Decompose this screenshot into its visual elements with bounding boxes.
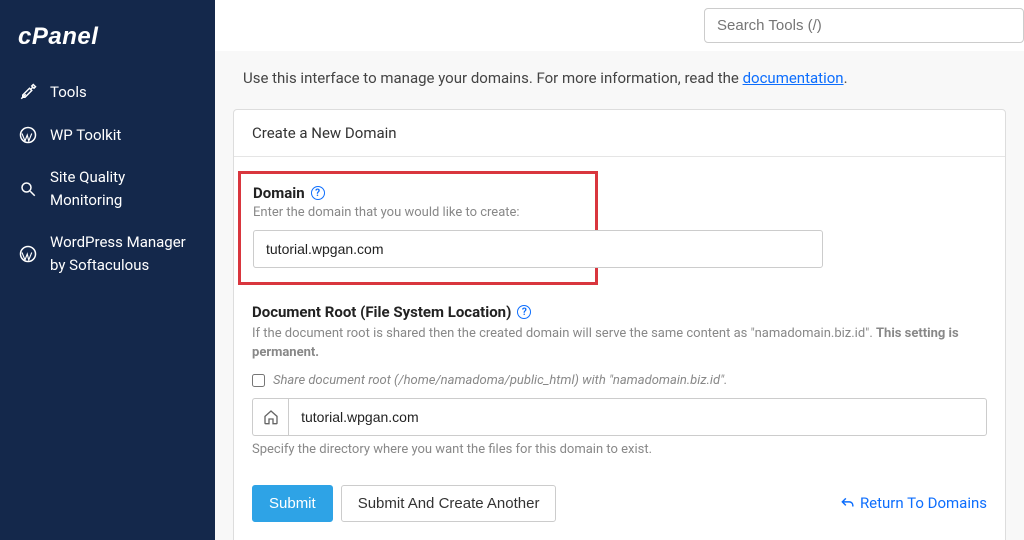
submit-button[interactable]: Submit	[252, 485, 333, 522]
magnifier-icon	[18, 179, 38, 199]
help-icon[interactable]: ?	[311, 186, 325, 200]
docroot-input[interactable]	[288, 398, 987, 436]
docroot-desc: If the document root is shared then the …	[252, 325, 987, 363]
main-content: Use this interface to manage your domain…	[215, 0, 1024, 540]
actions-row: Submit Submit And Create Another Return …	[252, 485, 987, 522]
domain-input[interactable]	[253, 230, 823, 268]
domain-hint: Enter the domain that you would like to …	[253, 205, 583, 220]
docroot-label: Document Root (File System Location) ?	[252, 303, 987, 321]
sidebar-item-label: Site Quality Monitoring	[50, 166, 197, 211]
wordpress-icon	[18, 244, 38, 264]
card-body: Domain ? Enter the domain that you would…	[234, 157, 1005, 540]
help-icon[interactable]: ?	[517, 305, 531, 319]
share-docroot-checkbox[interactable]	[252, 374, 265, 387]
wrench-icon	[18, 82, 38, 102]
wordpress-icon	[18, 125, 38, 145]
share-docroot-row[interactable]: Share document root (/home/namadoma/publ…	[252, 373, 987, 388]
return-arrow-icon	[840, 496, 854, 510]
card-title: Create a New Domain	[234, 110, 1005, 157]
return-link-text: Return To Domains	[860, 494, 987, 512]
documentation-link[interactable]: documentation	[743, 69, 844, 87]
sidebar: cPanel Tools WP Toolkit Site Quality Mon…	[0, 0, 215, 540]
sidebar-item-label: WP Toolkit	[50, 124, 197, 147]
brand-logo: cPanel	[0, 15, 215, 71]
docroot-input-group	[252, 398, 987, 436]
sidebar-item-label: Tools	[50, 81, 197, 104]
domain-label: Domain ?	[253, 184, 583, 202]
docroot-desc-1: If the document root is shared then the …	[252, 326, 876, 341]
sidebar-item-wp-toolkit[interactable]: WP Toolkit	[0, 114, 215, 157]
docroot-label-text: Document Root (File System Location)	[252, 303, 511, 321]
intro-prefix: Use this interface to manage your domain…	[243, 69, 743, 87]
sidebar-item-wp-manager[interactable]: WordPress Manager by Softaculous	[0, 221, 215, 286]
sidebar-item-site-quality[interactable]: Site Quality Monitoring	[0, 156, 215, 221]
sidebar-item-label: WordPress Manager by Softaculous	[50, 231, 197, 276]
home-icon	[252, 398, 288, 436]
share-docroot-label: Share document root (/home/namadoma/publ…	[273, 373, 727, 388]
intro-text: Use this interface to manage your domain…	[215, 51, 1024, 99]
topbar	[215, 0, 1024, 51]
intro-suffix: .	[844, 69, 848, 87]
create-domain-card: Create a New Domain Domain ? Enter the d…	[233, 109, 1006, 540]
search-input[interactable]	[704, 8, 1024, 43]
docroot-below-hint: Specify the directory where you want the…	[252, 442, 987, 457]
brand-text: cPanel	[18, 23, 98, 50]
sidebar-item-tools[interactable]: Tools	[0, 71, 215, 114]
return-link[interactable]: Return To Domains	[840, 494, 987, 512]
submit-another-button[interactable]: Submit And Create Another	[341, 485, 557, 522]
docroot-field-block: Document Root (File System Location) ? I…	[252, 303, 987, 457]
domain-label-text: Domain	[253, 184, 305, 202]
domain-field-block: Domain ? Enter the domain that you would…	[238, 171, 598, 285]
search-wrap	[704, 8, 1024, 43]
